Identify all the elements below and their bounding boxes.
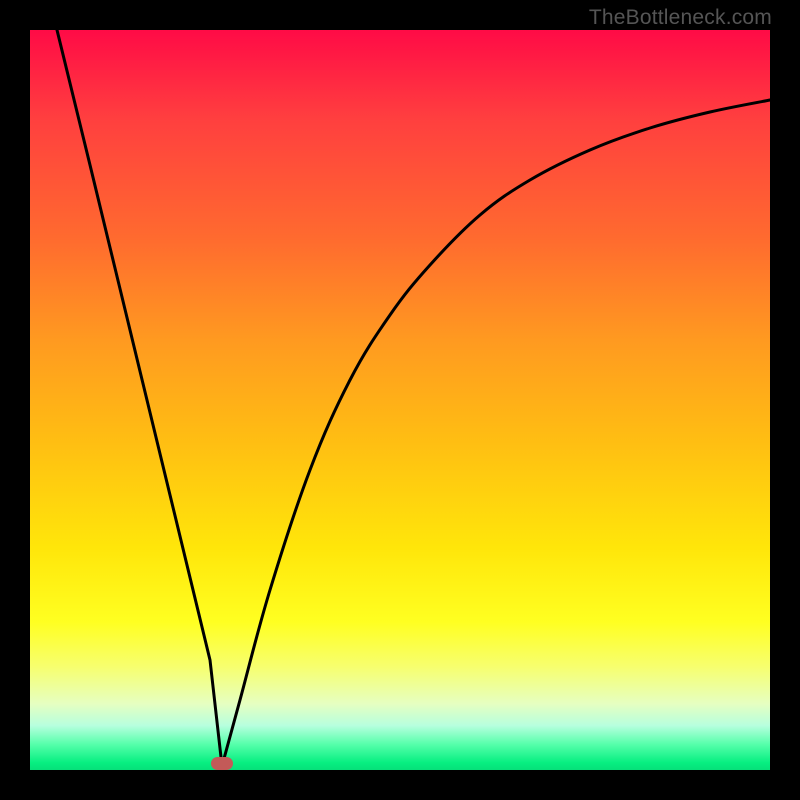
optimal-point-marker bbox=[211, 757, 233, 770]
chart-plot-area bbox=[30, 30, 770, 770]
watermark-text: TheBottleneck.com bbox=[589, 6, 772, 30]
curve-left-branch bbox=[57, 30, 222, 766]
curve-right-branch bbox=[222, 100, 770, 766]
bottleneck-curve bbox=[30, 30, 770, 770]
